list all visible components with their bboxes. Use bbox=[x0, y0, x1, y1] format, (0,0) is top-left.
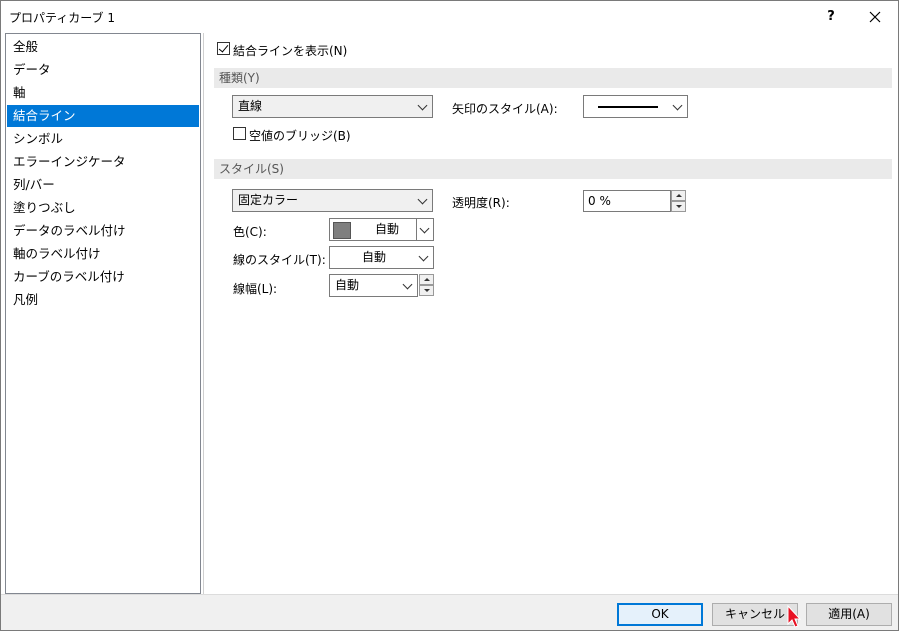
apply-button[interactable]: 適用(A) bbox=[806, 603, 892, 626]
sidebar-item-fill[interactable]: 塗りつぶし bbox=[7, 197, 199, 219]
properties-dialog: プロパティカーブ 1 ? 全般 データ 軸 結合ライン シンボル エラーインジケ… bbox=[0, 0, 899, 631]
transparency-input[interactable]: 0 % bbox=[583, 190, 671, 212]
ok-button[interactable]: OK bbox=[617, 603, 703, 626]
zero-bridge-label: 空値のブリッジ(B) bbox=[249, 129, 351, 143]
sidebar-item-axis[interactable]: 軸 bbox=[7, 82, 199, 104]
sidebar-item-axis-labels[interactable]: 軸のラベル付け bbox=[7, 243, 199, 265]
line-style-combo-value: 自動 bbox=[362, 250, 387, 264]
chevron-down-icon bbox=[400, 275, 417, 296]
sidebar-item-curve-labels[interactable]: カーブのラベル付け bbox=[7, 266, 199, 288]
sidebar-item-data-labels[interactable]: データのラベル付け bbox=[7, 220, 199, 242]
chevron-down-icon bbox=[416, 219, 433, 240]
close-icon bbox=[869, 11, 881, 22]
type-combo-value: 直線 bbox=[238, 99, 263, 113]
sidebar-item-column-bar[interactable]: 列/バー bbox=[7, 174, 199, 196]
spin-down-icon[interactable] bbox=[671, 201, 686, 212]
type-combo[interactable]: 直線 bbox=[232, 95, 433, 118]
dialog-footer: OK キャンセル 適用(A) bbox=[1, 594, 898, 630]
close-button[interactable] bbox=[852, 1, 898, 32]
show-line-label: 結合ラインを表示(N) bbox=[233, 44, 348, 58]
chevron-down-icon bbox=[670, 96, 687, 117]
sidebar-item-error-indicator[interactable]: エラーインジケータ bbox=[7, 151, 199, 173]
sidebar-item-data[interactable]: データ bbox=[7, 59, 199, 81]
sidebar-item-general[interactable]: 全般 bbox=[7, 36, 199, 58]
sidebar-item-connecting-line[interactable]: 結合ライン bbox=[7, 105, 199, 127]
line-width-combo-value: 自動 bbox=[335, 278, 360, 292]
spin-up-icon[interactable] bbox=[671, 190, 686, 201]
show-line-checkbox[interactable] bbox=[217, 42, 230, 55]
sidebar-item-symbol[interactable]: シンボル bbox=[7, 128, 199, 150]
type-section-header: 種類(Y) bbox=[214, 68, 892, 88]
chevron-down-icon bbox=[415, 96, 432, 117]
color-combo-value: 自動 bbox=[375, 222, 400, 236]
line-sample-icon bbox=[598, 106, 658, 108]
zero-bridge-checkbox[interactable] bbox=[233, 127, 246, 140]
line-width-combo[interactable]: 自動 bbox=[329, 274, 418, 297]
title-bar: プロパティカーブ 1 ? bbox=[1, 1, 898, 32]
line-width-spinner[interactable] bbox=[419, 274, 434, 296]
sidebar-item-legend[interactable]: 凡例 bbox=[7, 289, 199, 311]
help-button[interactable]: ? bbox=[808, 1, 854, 32]
style-combo[interactable]: 固定カラー bbox=[232, 189, 433, 212]
category-list: 全般 データ 軸 結合ライン シンボル エラーインジケータ 列/バー 塗りつぶし… bbox=[5, 33, 201, 594]
line-width-label: 線幅(L): bbox=[233, 282, 278, 296]
chevron-down-icon bbox=[416, 247, 433, 268]
arrow-style-combo[interactable] bbox=[583, 95, 688, 118]
color-label: 色(C): bbox=[233, 225, 267, 239]
spin-up-icon[interactable] bbox=[419, 274, 434, 285]
color-combo[interactable]: 自動 bbox=[329, 218, 434, 241]
transparency-spinner[interactable] bbox=[671, 190, 686, 212]
line-style-combo[interactable]: 自動 bbox=[329, 246, 434, 269]
transparency-label: 透明度(R): bbox=[452, 196, 510, 210]
color-swatch bbox=[333, 222, 351, 239]
chevron-down-icon bbox=[415, 190, 432, 211]
settings-panel: 結合ラインを表示(N) 種類(Y) 直線 矢印のスタイル(A): 空値のブリッジ… bbox=[203, 33, 898, 594]
style-combo-value: 固定カラー bbox=[238, 193, 299, 207]
cancel-button[interactable]: キャンセル bbox=[712, 603, 798, 626]
mouse-cursor-icon bbox=[787, 605, 801, 628]
spin-down-icon[interactable] bbox=[419, 285, 434, 296]
style-section-header: スタイル(S) bbox=[214, 159, 892, 179]
line-style-label: 線のスタイル(T): bbox=[233, 253, 326, 267]
arrow-style-label: 矢印のスタイル(A): bbox=[452, 102, 558, 116]
dialog-title: プロパティカーブ 1 bbox=[9, 11, 116, 25]
